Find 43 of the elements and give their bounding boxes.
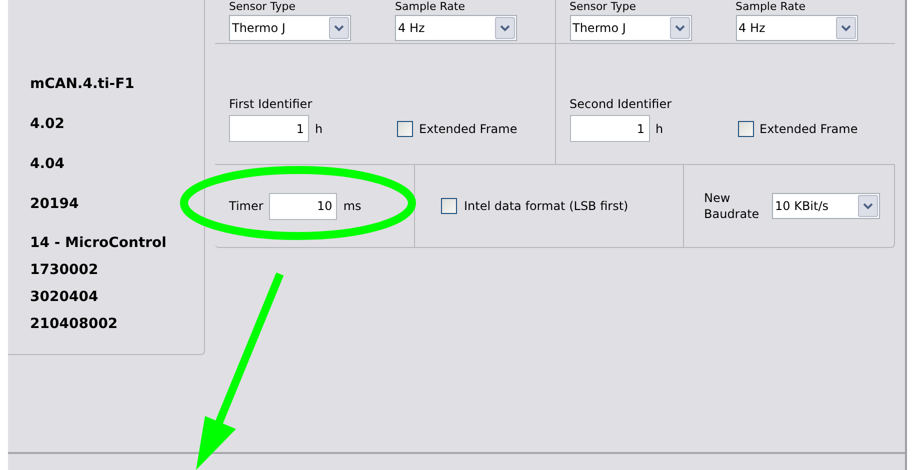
- field-label: Sample Rate: [395, 0, 466, 13]
- checkbox[interactable]: [397, 120, 413, 136]
- select-field[interactable]: 4 Hz: [395, 15, 517, 41]
- input-field[interactable]: 1: [229, 115, 309, 142]
- info-text: 20194: [30, 194, 79, 214]
- dropdown-button[interactable]: [495, 17, 515, 39]
- field-label: Sensor Type: [570, 0, 637, 13]
- chevron-down-icon: [840, 24, 850, 32]
- field-label: Second Identifier: [570, 96, 673, 113]
- info-text: 14 - MicroControl: [30, 234, 166, 253]
- info-text: 210408002: [30, 315, 118, 334]
- chevron-down-icon: [674, 24, 684, 32]
- unit-label: h: [315, 120, 323, 138]
- input-field[interactable]: 1: [570, 115, 650, 142]
- select-field[interactable]: Thermo J: [570, 15, 692, 41]
- dropdown-button[interactable]: [858, 195, 878, 217]
- info-text: 4.02: [30, 114, 65, 134]
- info-text: mCAN.4.ti-F1: [30, 74, 134, 94]
- chevron-down-icon: [334, 24, 344, 32]
- select-field[interactable]: 4 Hz: [736, 15, 858, 41]
- field-label: Sample Rate: [736, 0, 806, 13]
- select-field[interactable]: Thermo J: [229, 15, 351, 41]
- field-label: First Identifier: [229, 96, 314, 113]
- checkbox-label: Intel data format (LSB first): [464, 198, 628, 215]
- checkbox[interactable]: [441, 198, 457, 214]
- chevron-down-icon: [500, 24, 510, 32]
- info-text: 1730002: [30, 261, 98, 280]
- field-label: Timer: [229, 198, 264, 215]
- dropdown-button[interactable]: [670, 17, 690, 39]
- dropdown-button[interactable]: [329, 17, 349, 39]
- info-text: 4.04: [30, 154, 65, 174]
- dropdown-button[interactable]: [836, 17, 856, 39]
- unit-label: h: [656, 120, 664, 138]
- field-label: New Baudrate: [704, 190, 760, 222]
- select-field[interactable]: 10 KBit/s: [772, 193, 880, 219]
- checkbox-label: Extended Frame: [760, 120, 858, 138]
- unit-label: ms: [343, 198, 362, 215]
- info-text: 3020404: [30, 288, 98, 307]
- field-label: Sensor Type: [229, 0, 296, 13]
- input-field[interactable]: 10: [269, 192, 338, 220]
- checkbox-label: Extended Frame: [419, 120, 518, 138]
- chevron-down-icon: [863, 202, 873, 210]
- checkbox[interactable]: [738, 120, 754, 136]
